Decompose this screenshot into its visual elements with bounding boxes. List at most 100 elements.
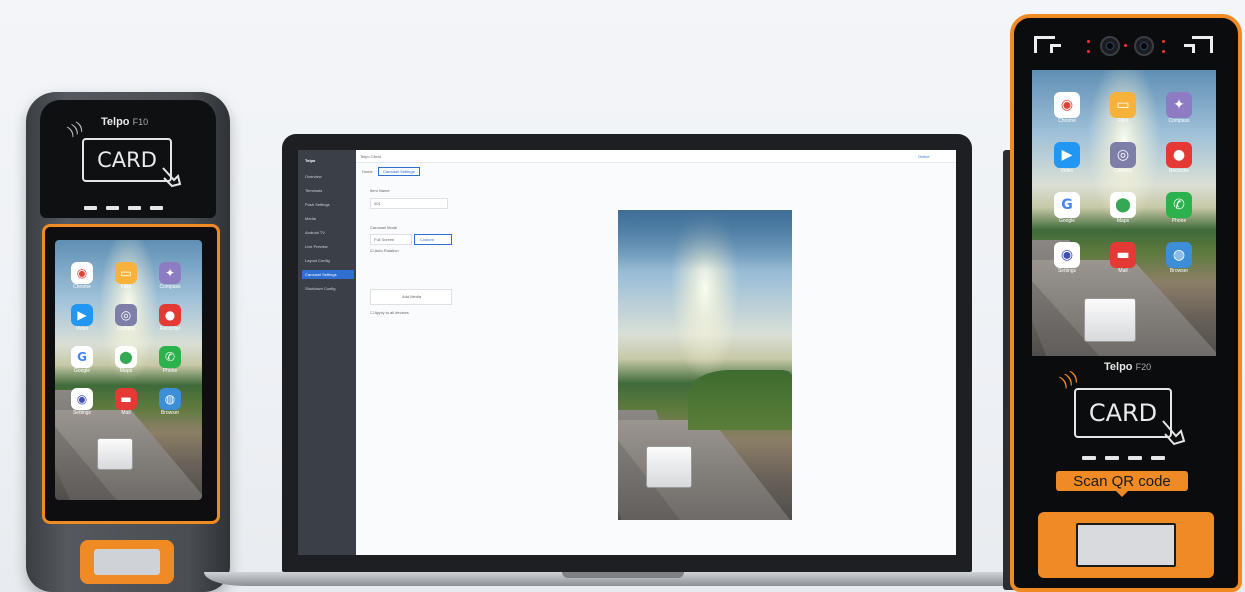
app-google[interactable]: G Google (1050, 192, 1084, 224)
video-icon: ▶ (1054, 142, 1080, 168)
app-label: Recorder (159, 326, 181, 332)
media-preview[interactable] (618, 210, 792, 520)
phone-icon: ✆ (159, 346, 181, 368)
apply-all-checkbox[interactable]: ☐ Apply to all devices (370, 310, 409, 315)
window-title: Telpo Client (360, 154, 381, 159)
sidebar-item-shutdown-config[interactable]: Shutdown Config (302, 284, 354, 293)
app-maps[interactable]: ⬤ Maps (1106, 192, 1140, 224)
app-compass[interactable]: ✦ Compass (153, 262, 187, 290)
chrome-icon: ◉ (1054, 92, 1080, 118)
app-mail[interactable]: ▬ Mail (1106, 242, 1140, 274)
scan-pointer-icon (1115, 490, 1129, 497)
sidebar-item-carousel-settings[interactable]: Carousel Settings (302, 270, 354, 279)
app-recorder[interactable]: ● Recorder (1162, 142, 1196, 174)
app-phone[interactable]: ✆ Phone (1162, 192, 1196, 224)
sidebar-item-live-preview[interactable]: Live Preview (302, 242, 354, 251)
app-label: Google (1058, 218, 1076, 224)
camera-lens-icon (1134, 36, 1154, 56)
app-label: Maps (119, 368, 133, 374)
app-maps[interactable]: ⬤ Maps (109, 346, 143, 374)
led-icon (1162, 50, 1165, 53)
maps-icon: ⬤ (1110, 192, 1136, 218)
app-label: Google (73, 368, 91, 374)
app-settings[interactable]: ◉ Settings (1050, 242, 1084, 274)
scan-qr-label: Scan QR code (1056, 471, 1188, 491)
left-screen[interactable]: ◉ Chrome ▭ Files ✦ Compass ▶ Video ◎ Camera ● Recor… (55, 240, 202, 500)
add-media-label: Add Media (402, 294, 422, 299)
left-scanner[interactable] (80, 540, 174, 584)
app-label: Mail (121, 410, 131, 416)
hand-tap-icon (1160, 416, 1186, 446)
sidebar-item-layout-config[interactable]: Layout Config (302, 256, 354, 265)
right-app-grid: ◉ Chrome ▭ Files ✦ Compass ▶ Video ◎ Camera ● Recor… (1050, 92, 1196, 274)
item-name-input[interactable] (370, 198, 448, 209)
sidebar-item-push-settings[interactable]: Push Settings (302, 200, 354, 209)
auto-rotation-label: Auto Rotation (374, 248, 399, 253)
corner-bracket-icon (1050, 44, 1061, 53)
app-label: Recorder (1168, 168, 1190, 174)
qr-scanner-window[interactable] (1038, 512, 1214, 578)
app-phone[interactable]: ✆ Phone (153, 346, 187, 374)
app-settings[interactable]: ◉ Settings (65, 388, 99, 416)
app-files[interactable]: ▭ Files (109, 262, 143, 290)
app-compass[interactable]: ✦ Compass (1162, 92, 1196, 124)
right-brand: Telpo F20 (1104, 361, 1152, 373)
files-icon: ▭ (115, 262, 137, 284)
app-chrome[interactable]: ◉ Chrome (65, 262, 99, 290)
google-icon: G (1054, 192, 1080, 218)
sidebar-item-overview[interactable]: Overview (302, 172, 354, 181)
corner-bracket-icon (1184, 44, 1195, 53)
apply-all-label: Apply to all devices (374, 310, 409, 315)
led-icon (1124, 44, 1127, 47)
option-fullscreen-label: Full Screen (374, 237, 395, 242)
recorder-icon: ● (159, 304, 181, 326)
video-icon: ▶ (71, 304, 93, 326)
app-browser[interactable]: ◍ Browser (153, 388, 187, 416)
app-google[interactable]: G Google (65, 346, 99, 374)
app-recorder[interactable]: ● Recorder (153, 304, 187, 332)
recorder-icon: ● (1166, 142, 1192, 168)
laptop-notch (562, 572, 684, 578)
left-brand: Telpo F10 (101, 116, 149, 128)
app-chrome[interactable]: ◉ Chrome (1050, 92, 1084, 124)
app-label: Mail (1118, 268, 1128, 274)
sidebar-item-android-tv[interactable]: Android TV (302, 228, 354, 237)
app-label: Video (75, 326, 89, 332)
app-mail[interactable]: ▬ Mail (109, 388, 143, 416)
app-files[interactable]: ▭ Files (1106, 92, 1140, 124)
app-label: Browser (1169, 268, 1189, 274)
app-label: Files (120, 284, 132, 290)
right-screen[interactable]: ◉ Chrome ▭ Files ✦ Compass ▶ Video ◎ Camera ● Recor… (1032, 70, 1216, 356)
tab-home[interactable]: Home (362, 169, 373, 174)
sidebar-item-media[interactable]: Media (302, 214, 354, 223)
app-label: Video (1060, 168, 1074, 174)
led-icon (1162, 40, 1165, 43)
led-icon (1087, 40, 1090, 43)
auto-rotation-checkbox[interactable]: ☑ Auto Rotation (370, 248, 399, 253)
app-video[interactable]: ▶ Video (1050, 142, 1084, 174)
app-label: Camera (117, 326, 135, 332)
camera-lens-icon (1100, 36, 1120, 56)
app-label: Chrome (73, 284, 91, 290)
camera-icon: ◎ (1110, 142, 1136, 168)
item-name-label: Item Name (370, 188, 390, 193)
app-label: Phone (1171, 218, 1187, 224)
app-browser[interactable]: ◍ Browser (1162, 242, 1196, 274)
app-label: Settings (72, 410, 92, 416)
app-video[interactable]: ▶ Video (65, 304, 99, 332)
sidebar-item-terminals[interactable]: Terminals (302, 186, 354, 195)
right-card-reader[interactable]: CARD (1074, 388, 1172, 438)
left-app-grid: ◉ Chrome ▭ Files ✦ Compass ▶ Video ◎ Camera ● Recor… (65, 262, 187, 416)
status-online: Online (918, 154, 930, 159)
phone-icon: ✆ (1166, 192, 1192, 218)
mode-label: Carousel Mode (370, 225, 398, 230)
app-camera[interactable]: ◎ Camera (109, 304, 143, 332)
compass-icon: ✦ (1166, 92, 1192, 118)
app-label: Files (1117, 118, 1129, 124)
app-camera[interactable]: ◎ Camera (1106, 142, 1140, 174)
app-label: Compass (1168, 118, 1190, 124)
app-label: Camera (1114, 168, 1132, 174)
left-card-reader[interactable]: CARD (82, 138, 172, 182)
tab-carousel[interactable]: Carousel Settings (378, 167, 420, 176)
app-label: Settings (1057, 268, 1077, 274)
